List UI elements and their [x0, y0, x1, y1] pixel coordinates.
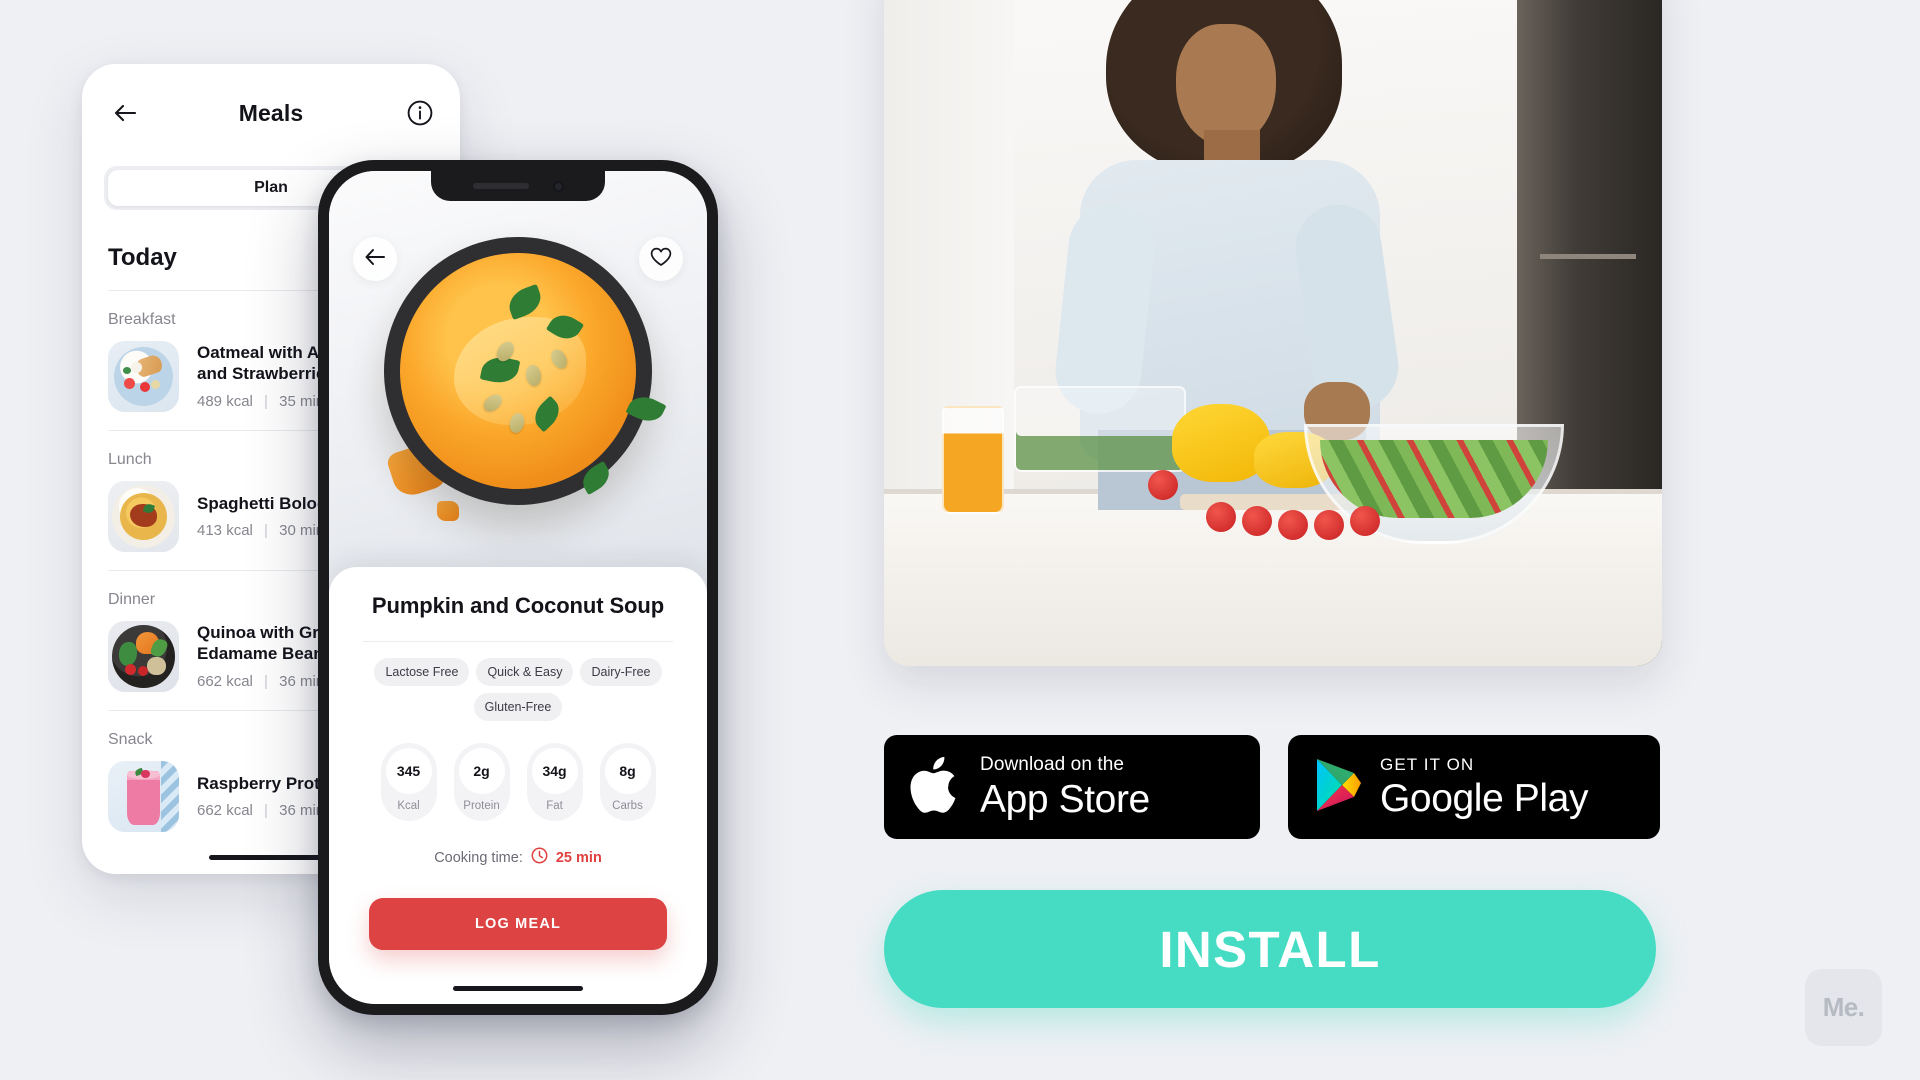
meta-divider: |	[264, 672, 268, 690]
meal-kcal: 489 kcal	[197, 392, 253, 410]
google-play-badge[interactable]: GET IT ON Google Play	[1288, 735, 1660, 839]
meal-thumbnail	[108, 621, 179, 692]
tag-lactose-free[interactable]: Lactose Free	[374, 658, 470, 686]
nutrition-value: 8g	[604, 748, 651, 794]
app-store-tagline: Download on the	[980, 754, 1125, 775]
apple-logo-icon	[910, 752, 964, 823]
dietary-tags: Lactose Free Quick & Easy Dairy-Free Glu…	[349, 658, 687, 721]
cooking-time-value: 25 min	[555, 849, 602, 866]
meal-kcal: 662 kcal	[197, 802, 253, 820]
favorite-button[interactable]	[639, 237, 683, 281]
tag-gluten-free[interactable]: Gluten-Free	[473, 693, 563, 721]
google-play-tagline: GET IT ON	[1380, 755, 1475, 774]
tag-quick-easy[interactable]: Quick & Easy	[476, 658, 574, 686]
nutrition-label: Protein	[463, 800, 500, 812]
cooking-time: Cooking time: 25 min	[434, 847, 602, 868]
info-circle-icon[interactable]	[406, 99, 434, 127]
nutrition-label: Fat	[546, 800, 563, 812]
nutrition-carbs: 8g Carbs	[599, 743, 656, 821]
meta-divider: |	[264, 802, 268, 820]
meal-thumbnail	[108, 341, 179, 412]
recipe-detail-phone: Pumpkin and Coconut Soup Lactose Free Qu…	[318, 160, 718, 1015]
nutrition-value: 2g	[458, 748, 505, 794]
heart-icon	[650, 247, 672, 272]
google-play-name: Google Play	[1380, 777, 1589, 820]
nutrition-value: 345	[385, 748, 432, 794]
back-button[interactable]	[353, 237, 397, 281]
app-store-name: App Store	[980, 778, 1150, 821]
soup-bowl	[384, 237, 652, 505]
clock-icon	[531, 847, 548, 868]
meals-header: Meals	[82, 64, 460, 162]
recipe-info-card: Pumpkin and Coconut Soup Lactose Free Qu…	[329, 567, 707, 1004]
nutrition-kcal: 345 Kcal	[380, 743, 437, 821]
cooking-time-label: Cooking time:	[434, 849, 523, 866]
google-play-icon	[1314, 757, 1364, 818]
page-title: Meals	[238, 99, 304, 126]
log-meal-button[interactable]: LOG MEAL	[369, 898, 667, 950]
nutrition-value: 34g	[531, 748, 578, 794]
meal-thumbnail	[108, 761, 179, 832]
recipe-hero-image	[329, 171, 707, 601]
meal-kcal: 662 kcal	[197, 672, 253, 690]
meal-thumbnail	[108, 481, 179, 552]
watermark-logo: Me.	[1805, 969, 1882, 1046]
store-badges: Download on the App Store GET IT ON Goog…	[884, 735, 1660, 839]
divider	[362, 641, 674, 642]
nutrition-summary: 345 Kcal 2g Protein 34g Fat 8g Carbs	[380, 743, 656, 821]
nutrition-label: Carbs	[612, 800, 643, 812]
tag-dairy-free[interactable]: Dairy-Free	[580, 658, 662, 686]
home-indicator	[209, 855, 333, 860]
lifestyle-photo	[884, 0, 1662, 666]
nutrition-fat: 34g Fat	[526, 743, 583, 821]
home-indicator	[453, 986, 583, 991]
meal-kcal: 413 kcal	[197, 522, 253, 540]
earpiece-speaker	[472, 183, 529, 189]
front-camera-icon	[552, 180, 564, 192]
meta-divider: |	[264, 522, 268, 540]
recipe-title: Pumpkin and Coconut Soup	[371, 593, 665, 618]
nutrition-label: Kcal	[397, 800, 420, 812]
arrow-left-icon	[364, 248, 386, 271]
app-store-badge[interactable]: Download on the App Store	[884, 735, 1260, 839]
nutrition-protein: 2g Protein	[453, 743, 510, 821]
meta-divider: |	[264, 392, 268, 410]
phone-notch	[431, 171, 605, 201]
install-button[interactable]: INSTALL	[884, 890, 1656, 1008]
